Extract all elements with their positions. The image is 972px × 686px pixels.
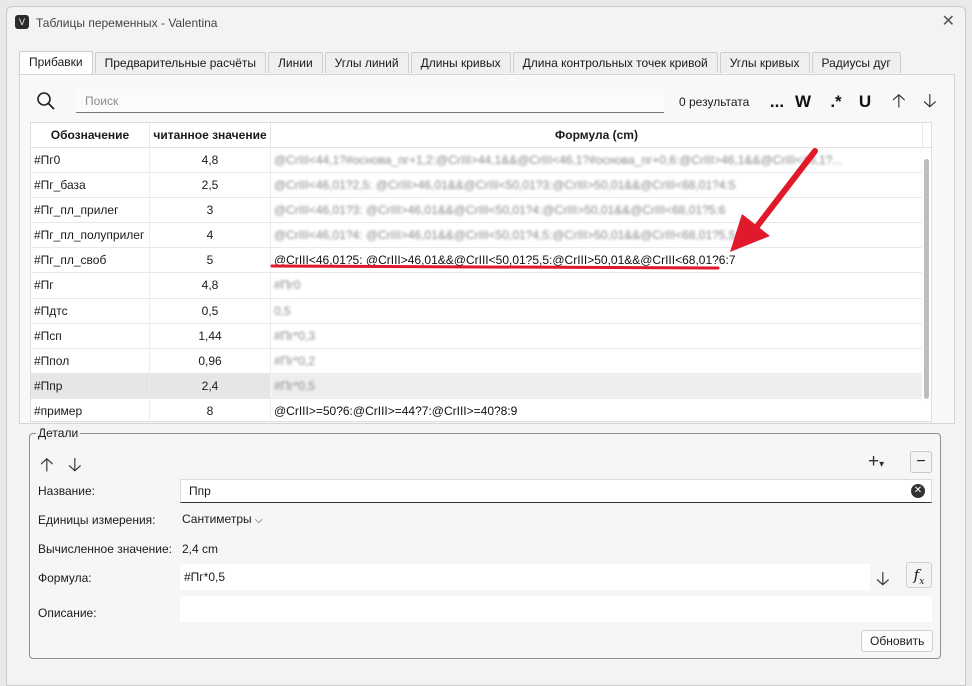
calculated-value: 2,4 cm [182,542,219,556]
tab-preliminary-calculations[interactable]: Предварительные расчёты [94,52,267,73]
clear-icon[interactable]: ✕ [911,484,925,498]
formula-label: Формула: [38,571,92,585]
cell-value[interactable]: 4,8 [150,148,271,173]
units-select-value: Сантиметры [182,512,252,526]
cell-name[interactable]: #Ппол [31,348,150,373]
name-field[interactable]: Ппр ✕ [180,479,932,503]
table-row[interactable]: #Пг0 4,8 @CrIII<44,1?#основа_пг+1,2:@CrIII… [31,148,931,174]
variables-window: V Таблицы переменных - Valentina ✕ Приба… [6,6,966,686]
units-select[interactable]: Сантиметры ⌵ [182,512,263,526]
match-case-button[interactable]: U [854,91,876,113]
table-row[interactable]: #Пг_пл_прилег 3 @CrIII<46,01?3: @CrIII>46,… [31,198,931,224]
table-header: Обозначение читанное значение Формула (c… [31,123,931,148]
cell-name[interactable]: #Пг_база [31,173,150,198]
cell-formula[interactable]: #Пг*0,3 [271,323,923,348]
name-field-value: Ппр [189,484,211,498]
search-input[interactable] [76,89,664,113]
search-icon[interactable] [36,91,56,111]
cell-formula[interactable]: @CrIII<46,01?2,5: @CrIII>46,01&&@CrIII<5… [271,173,923,198]
chevron-down-icon[interactable]: ▾ [879,459,884,470]
details-group: Детали 🡡 🡣 +▾ − Название: Ппр ✕ Единицы … [29,426,941,659]
cell-name[interactable]: #Пг0 [31,148,150,173]
cell-name[interactable]: #Пг [31,273,150,298]
search-results-count: 0 результата [679,95,750,109]
cell-formula[interactable]: @CrIII<44,1?#основа_пг+1,2:@CrIII>44,1&&… [271,148,923,173]
scrollbar-thumb[interactable] [924,159,929,399]
formula-field[interactable]: #Пг*0,5 [180,564,870,590]
tab-increments[interactable]: Прибавки [19,51,93,74]
table-row[interactable]: #Ппол 0,96 #Пг*0,2 [31,348,931,374]
details-legend: Детали [36,426,81,440]
tab-control-point-lengths[interactable]: Длина контрольных точек кривой [512,52,718,73]
cell-formula[interactable]: #Пг*0,2 [271,348,923,373]
table-row[interactable]: #Пг_пл_полуприлег 4 @CrIII<46,01?4: @CrIII… [31,223,931,249]
cell-value[interactable]: 0,5 [150,298,271,323]
update-button[interactable]: Обновить [861,630,934,652]
tab-curve-angles[interactable]: Углы кривых [719,52,810,73]
increments-panel: 0 результата ... W .* U 🡡 🡣 Обозначение … [19,74,955,424]
name-label: Название: [38,484,95,498]
cell-name[interactable]: #Пдтс [31,298,150,323]
plus-icon[interactable]: +▾ [868,451,884,473]
tab-curve-lengths[interactable]: Длины кривых [410,52,511,73]
column-header-value[interactable]: читанное значение [150,123,271,147]
cell-value[interactable]: 8 [150,398,271,421]
cell-formula[interactable]: @CrIII>=50?6:@CrIII>=44?7:@CrIII>=40?8:9 [271,398,923,421]
description-field[interactable] [180,596,932,622]
table-row[interactable]: #Ппр 2,4 #Пг*0,5 [31,373,931,399]
cell-name[interactable]: #Ппр [31,373,150,398]
cell-value[interactable]: 4,8 [150,273,271,298]
cell-value[interactable]: 2,4 [150,373,271,398]
search-options-button[interactable]: ... [766,91,788,113]
app-icon: V [15,15,29,29]
table-row[interactable]: #Пдтс 0,5 0,5 [31,298,931,324]
cell-name[interactable]: #Псп [31,323,150,348]
cell-name[interactable]: #Пг_пл_своб [31,248,150,273]
cell-name[interactable]: #Пг_пл_прилег [31,198,150,223]
arrow-up-icon[interactable]: 🡡 [40,451,54,483]
cell-value[interactable]: 2,5 [150,173,271,198]
minus-icon[interactable]: − [910,451,932,473]
cell-formula[interactable]: 0,5 [271,298,923,323]
arrow-down-icon[interactable]: 🡣 [923,91,937,113]
cell-formula[interactable]: @CrIII<46,01?5: @CrIII>46,01&&@CrIII<50,… [271,248,923,273]
fx-icon[interactable]: fx [906,562,932,588]
calculated-value-label: Вычисленное значение: [38,542,172,556]
cell-value[interactable]: 3 [150,198,271,223]
table-row[interactable]: #Пг_пл_своб 5 @CrIII<46,01?5: @CrIII>46,01… [31,248,931,274]
cell-formula[interactable]: #Пг0 [271,273,923,298]
table-row[interactable]: #пример 8 @CrIII>=50?6:@CrIII>=44?7:@CrIII… [31,398,931,421]
column-header-name[interactable]: Обозначение [31,123,150,147]
cell-formula[interactable]: #Пг*0,5 [271,373,923,398]
expand-formula-icon[interactable]: 🡣 [876,565,890,597]
close-icon[interactable]: ✕ [942,13,955,31]
cell-formula[interactable]: @CrIII<46,01?4: @CrIII>46,01&&@CrIII<50,… [271,223,923,248]
cell-name[interactable]: #пример [31,398,150,421]
cell-value[interactable]: 4 [150,223,271,248]
tab-lines[interactable]: Линии [268,52,323,73]
increments-table: Обозначение читанное значение Формула (c… [30,122,932,422]
units-label: Единицы измерения: [38,513,156,527]
table-row[interactable]: #Псп 1,44 #Пг*0,3 [31,323,931,349]
regex-button[interactable]: .* [825,91,847,113]
table-row[interactable]: #Пг 4,8 #Пг0 [31,273,931,299]
title-bar: V Таблицы переменных - Valentina ✕ [7,7,965,39]
chevron-down-icon: ⌵ [254,515,263,526]
window-title: Таблицы переменных - Valentina [36,16,218,30]
arrow-down-icon[interactable]: 🡣 [68,451,82,483]
cell-name[interactable]: #Пг_пл_полуприлег [31,223,150,248]
whole-word-button[interactable]: W [792,91,814,113]
description-label: Описание: [38,606,97,620]
tab-bar: Прибавки Предварительные расчёты Линии У… [19,51,903,74]
tab-line-angles[interactable]: Углы линий [324,52,409,73]
cell-value[interactable]: 1,44 [150,323,271,348]
column-header-formula[interactable]: Формула (cm) [271,123,923,147]
table-body: #Пг0 4,8 @CrIII<44,1?#основа_пг+1,2:@CrIII… [31,148,931,421]
cell-formula[interactable]: @CrIII<46,01?3: @CrIII>46,01&&@CrIII<50,… [271,198,923,223]
arrow-up-icon[interactable]: 🡡 [892,91,906,113]
tab-arc-radii[interactable]: Радиусы дуг [811,52,901,73]
cell-value[interactable]: 5 [150,248,271,273]
table-row[interactable]: #Пг_база 2,5 @CrIII<46,01?2,5: @CrIII>46,0… [31,173,931,199]
cell-value[interactable]: 0,96 [150,348,271,373]
